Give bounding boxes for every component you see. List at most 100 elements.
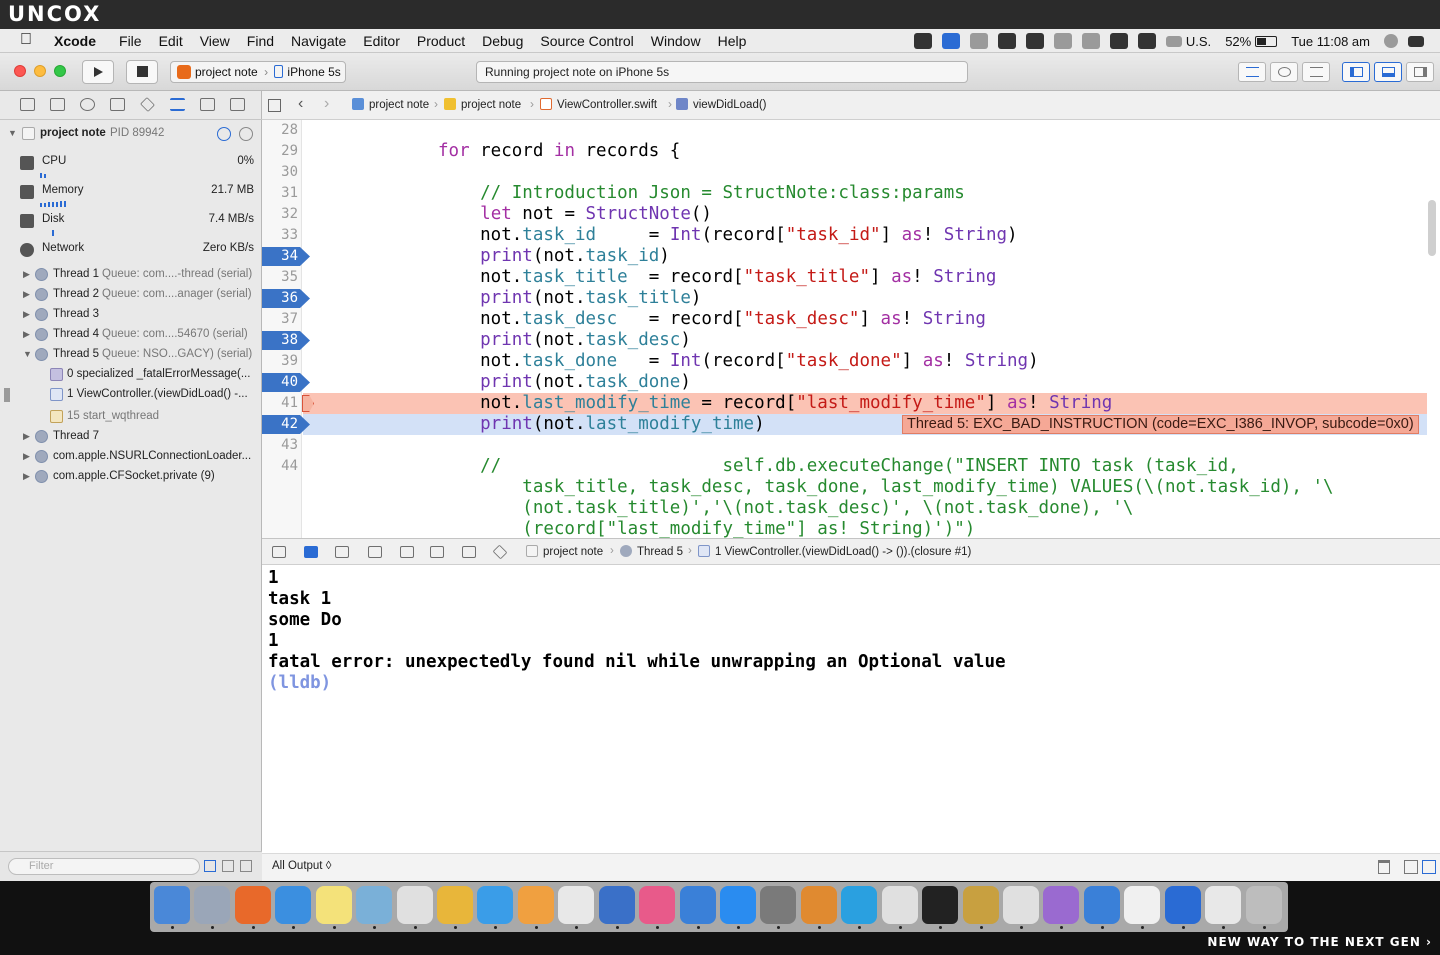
finder-icon[interactable] [154, 886, 190, 924]
thread-row[interactable]: ▶ com.apple.CFSocket.private (9) [0, 467, 262, 487]
code-line[interactable]: print(not.task_title) [438, 288, 701, 309]
version-editor-button[interactable] [1302, 62, 1330, 82]
code-comment[interactable]: (not.task_title)','\(not.task_desc)', \(… [438, 498, 1133, 519]
archive-icon[interactable] [963, 886, 999, 924]
toggle-utilities-button[interactable] [1406, 62, 1434, 82]
code-line-error[interactable]: not.last_modify_time = record["last_modi… [438, 393, 1112, 414]
scheme-selector[interactable]: project note › iPhone 5s [170, 61, 346, 83]
system-preferences-icon[interactable] [760, 886, 796, 924]
debug-gauges-toggle-icon[interactable] [217, 127, 231, 141]
safari-icon[interactable] [275, 886, 311, 924]
related-items-icon[interactable] [268, 99, 281, 112]
gauge-disk[interactable]: Disk 7.4 MB/s [0, 210, 262, 239]
zoom-window-button[interactable] [54, 65, 66, 77]
time-machine-icon[interactable] [1053, 33, 1072, 49]
assistant-editor-button[interactable] [1270, 62, 1298, 82]
code-line[interactable]: not.task_done = Int(record["task_done"] … [438, 351, 1038, 372]
breadcrumb-method[interactable]: viewDidLoad() [676, 98, 767, 111]
debug-breadcrumb-thread[interactable]: Thread 5 [620, 545, 683, 558]
menu-app-name[interactable]: Xcode [54, 33, 96, 49]
output-filter-selector[interactable]: All Output ◊ [272, 860, 331, 872]
disclosure-closed-icon[interactable]: ▶ [23, 269, 30, 280]
download-status-icon[interactable] [941, 33, 960, 49]
volume-icon[interactable] [1137, 33, 1156, 49]
messages-icon[interactable] [477, 886, 513, 924]
disclosure-closed-icon[interactable]: ▶ [23, 329, 30, 340]
stack-frame-row[interactable]: 1 ViewController.(viewDidLoad() -... [0, 385, 262, 405]
chrome-icon[interactable] [437, 886, 473, 924]
keynote-icon[interactable] [599, 886, 635, 924]
code-line[interactable]: print(not.task_id) [438, 246, 670, 267]
menu-debug[interactable]: Debug [482, 33, 523, 49]
filter-option-icon[interactable] [240, 860, 252, 872]
firefox-icon[interactable] [235, 886, 271, 924]
minimize-window-button[interactable] [34, 65, 46, 77]
photos-icon[interactable] [518, 886, 554, 924]
menu-file[interactable]: File [119, 33, 142, 49]
simulator-icon[interactable] [1084, 886, 1120, 924]
debug-console[interactable]: 1 task 1 some Do 1 fatal error: unexpect… [262, 565, 1440, 853]
step-out-icon[interactable] [430, 546, 444, 558]
sublime-icon[interactable] [801, 886, 837, 924]
xcode-icon[interactable] [680, 886, 716, 924]
standard-editor-button[interactable] [1238, 62, 1266, 82]
code-comment[interactable]: (record["last_modify_time"] as! String)'… [438, 519, 975, 538]
variables-view-toggle-icon[interactable] [1404, 860, 1418, 874]
disclosure-open-icon[interactable]: ▼ [8, 128, 17, 138]
screenshots-icon[interactable] [1205, 886, 1241, 924]
breadcrumb-file[interactable]: ViewController.swift [540, 98, 657, 111]
textedit-icon[interactable] [558, 886, 594, 924]
downloads-icon[interactable] [1165, 886, 1201, 924]
trash-icon[interactable] [1246, 886, 1282, 924]
input-source-label[interactable]: U.S. [1186, 34, 1211, 49]
code-line[interactable]: for record in records { [438, 141, 680, 162]
toggle-debug-area-button[interactable] [1374, 62, 1402, 82]
simulate-location-icon[interactable] [492, 544, 508, 560]
issue-navigator-icon[interactable] [110, 98, 125, 111]
us-flag-icon[interactable] [1165, 35, 1182, 47]
toggle-navigator-button[interactable] [1342, 62, 1370, 82]
menu-find[interactable]: Find [247, 33, 274, 49]
menu-source-control[interactable]: Source Control [540, 33, 633, 49]
battery-icon[interactable] [1255, 35, 1278, 47]
terminal-icon[interactable] [922, 886, 958, 924]
error-annotation[interactable]: Thread 5: EXC_BAD_INSTRUCTION (code=EXC_… [902, 415, 1419, 434]
filter-input[interactable]: Filter [8, 858, 200, 875]
preview-icon[interactable] [356, 886, 392, 924]
notes-icon[interactable] [316, 886, 352, 924]
transfer-status-icon[interactable] [997, 33, 1016, 49]
thread-row[interactable]: ▶ Thread 3 [0, 305, 262, 325]
thread-row[interactable]: ▶ com.apple.NSURLConnectionLoader... [0, 447, 262, 467]
menu-window[interactable]: Window [651, 33, 701, 49]
vlc-document-icon[interactable] [1124, 886, 1160, 924]
itunes-icon[interactable] [639, 886, 675, 924]
disclosure-closed-icon[interactable]: ▶ [23, 289, 30, 300]
thread-row[interactable]: ▶ Thread 1 Queue: com....-thread (serial… [0, 265, 262, 285]
filter-option-icon[interactable] [222, 860, 234, 872]
report-navigator-icon[interactable] [230, 98, 245, 111]
breakpoint-navigator-icon[interactable] [200, 98, 215, 111]
process-view-mode-icon[interactable] [239, 127, 253, 141]
k-status-icon[interactable] [969, 33, 988, 49]
clock[interactable]: Tue 11:08 am [1291, 34, 1370, 49]
spotlight-search-icon[interactable] [1384, 34, 1398, 48]
editor-scrollbar[interactable] [1428, 200, 1436, 256]
console-view-toggle-icon[interactable] [1422, 860, 1436, 874]
disclosure-closed-icon[interactable]: ▶ [23, 471, 30, 482]
thread-row[interactable]: ▶ Thread 2 Queue: com....anager (serial) [0, 285, 262, 305]
hide-debug-area-icon[interactable] [272, 546, 286, 558]
code-line[interactable]: not.task_title = record["task_title"] as… [438, 267, 996, 288]
code-line[interactable]: print(not.task_desc) [438, 330, 691, 351]
disclosure-closed-icon[interactable]: ▶ [23, 451, 30, 462]
code-line[interactable]: not.task_id = Int(record["task_id"] as! … [438, 225, 1017, 246]
back-arrow-icon[interactable]: ‹ [298, 95, 303, 113]
sequel-pro-icon[interactable] [882, 886, 918, 924]
thread-row[interactable]: ▶ Thread 4 Queue: com....54670 (serial) [0, 325, 262, 345]
symbol-navigator-icon[interactable] [50, 98, 65, 111]
forward-arrow-icon[interactable]: › [324, 95, 329, 113]
disclosure-open-icon[interactable]: ▼ [23, 349, 32, 359]
thread-row-selected[interactable]: ▼ Thread 5 Queue: NSO...GACY) (serial) [0, 345, 262, 365]
stack-frame-row[interactable]: 0 specialized _fatalErrorMessage(... [0, 365, 262, 385]
disclosure-closed-icon[interactable]: ▶ [23, 309, 30, 320]
code-comment[interactable]: task_title, task_desc, task_done, last_m… [438, 477, 1333, 498]
